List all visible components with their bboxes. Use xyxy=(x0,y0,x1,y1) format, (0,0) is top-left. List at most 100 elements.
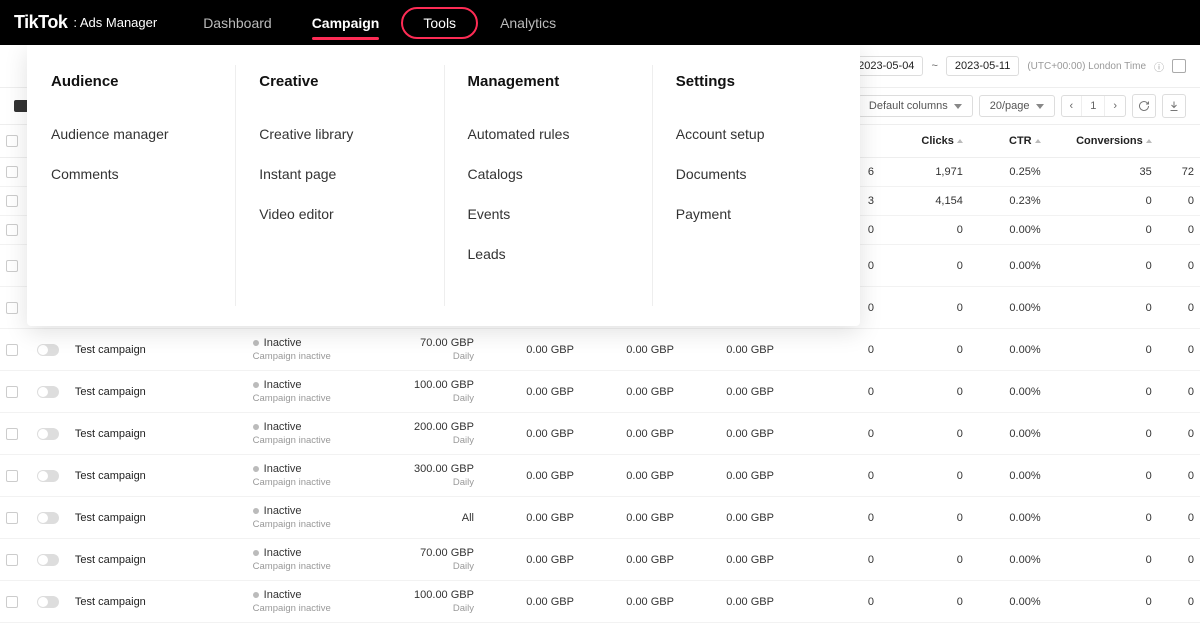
cell-name: Test campaign xyxy=(69,413,247,455)
table-row[interactable]: Test campaignInactiveCampaign inactive20… xyxy=(0,413,1200,455)
cell-ctr: 0.00% xyxy=(969,371,1047,413)
row-checkbox[interactable] xyxy=(6,302,18,314)
row-checkbox[interactable] xyxy=(6,344,18,356)
row-checkbox[interactable] xyxy=(6,554,18,566)
cell-clicks: 0 xyxy=(880,329,969,371)
mega-link-instant-page[interactable]: Instant page xyxy=(259,154,415,194)
cell-impressions: 0 xyxy=(780,413,880,455)
mega-link-events[interactable]: Events xyxy=(468,194,624,234)
row-checkbox[interactable] xyxy=(6,512,18,524)
mega-link-audience-manager[interactable]: Audience manager xyxy=(51,114,207,154)
mega-link-leads[interactable]: Leads xyxy=(468,234,624,274)
cell-budget: 200.00 GBPDaily xyxy=(380,413,480,455)
mega-col-settings: Settings Account setup Documents Payment xyxy=(652,45,860,326)
cell-clicks: 0 xyxy=(880,216,969,245)
row-checkbox[interactable] xyxy=(6,166,18,178)
status-dot-icon xyxy=(253,508,259,514)
row-checkbox[interactable] xyxy=(6,260,18,272)
table-row[interactable]: Test campaignInactiveCampaign inactive10… xyxy=(0,581,1200,623)
table-row[interactable]: Test campaignInactiveCampaign inactive70… xyxy=(0,539,1200,581)
cell-extra: 0 xyxy=(1158,455,1200,497)
nav-campaign[interactable]: Campaign xyxy=(294,5,398,41)
cell-name: Test campaign xyxy=(69,539,247,581)
cell-conversions: 0 xyxy=(1047,539,1158,581)
pager-prev[interactable]: ‹ xyxy=(1062,96,1082,116)
row-checkbox[interactable] xyxy=(6,470,18,482)
calendar-icon[interactable] xyxy=(1172,59,1186,73)
cell-conversions: 35 xyxy=(1047,158,1158,187)
export-button[interactable] xyxy=(1162,94,1186,118)
pager-current[interactable]: 1 xyxy=(1081,96,1104,116)
table-row[interactable]: Test campaignInactiveCampaign inactive10… xyxy=(0,371,1200,413)
row-checkbox[interactable] xyxy=(6,596,18,608)
tools-megamenu: Audience Audience manager Comments Creat… xyxy=(27,45,860,326)
cell-ctr: 0.00% xyxy=(969,413,1047,455)
info-icon[interactable]: ⓘ xyxy=(1154,59,1164,74)
table-row[interactable]: Test campaignInactiveCampaign inactive30… xyxy=(0,455,1200,497)
cell-clicks: 0 xyxy=(880,287,969,329)
row-checkbox[interactable] xyxy=(6,386,18,398)
cell-budget: 70.00 GBPDaily xyxy=(380,329,480,371)
row-checkbox[interactable] xyxy=(6,195,18,207)
row-checkbox[interactable] xyxy=(6,428,18,440)
refresh-button[interactable] xyxy=(1132,94,1156,118)
mega-link-payment[interactable]: Payment xyxy=(676,194,832,234)
mega-col-management: Management Automated rules Catalogs Even… xyxy=(444,45,652,326)
cell-cpc: 0.00 GBP xyxy=(580,581,680,623)
mega-link-automated-rules[interactable]: Automated rules xyxy=(468,114,624,154)
cell-clicks: 1,971 xyxy=(880,158,969,187)
col-conversions[interactable]: Conversions xyxy=(1047,125,1158,158)
mega-link-creative-library[interactable]: Creative library xyxy=(259,114,415,154)
row-toggle[interactable] xyxy=(37,596,59,608)
cell-clicks: 0 xyxy=(880,413,969,455)
cell-cpc: 0.00 GBP xyxy=(580,455,680,497)
mega-link-comments[interactable]: Comments xyxy=(51,154,207,194)
row-toggle[interactable] xyxy=(37,470,59,482)
cell-name: Test campaign xyxy=(69,455,247,497)
cell-extra: 0 xyxy=(1158,287,1200,329)
status-dot-icon xyxy=(253,340,259,346)
cell-cost: 0.00 GBP xyxy=(480,329,580,371)
perpage-select[interactable]: 20/page xyxy=(979,95,1055,117)
mega-heading-creative: Creative xyxy=(259,73,415,90)
row-toggle[interactable] xyxy=(37,512,59,524)
row-checkbox[interactable] xyxy=(6,224,18,236)
col-clicks[interactable]: Clicks xyxy=(880,125,969,158)
nav-dashboard[interactable]: Dashboard xyxy=(185,5,290,41)
mega-link-documents[interactable]: Documents xyxy=(676,154,832,194)
row-toggle[interactable] xyxy=(37,386,59,398)
row-toggle[interactable] xyxy=(37,344,59,356)
cell-impressions: 0 xyxy=(780,455,880,497)
cell-cost: 0.00 GBP xyxy=(480,539,580,581)
cell-ctr: 0.00% xyxy=(969,581,1047,623)
mega-link-video-editor[interactable]: Video editor xyxy=(259,194,415,234)
pager: ‹ 1 › xyxy=(1061,95,1126,117)
mega-link-catalogs[interactable]: Catalogs xyxy=(468,154,624,194)
cell-ctr: 0.00% xyxy=(969,287,1047,329)
date-from[interactable]: 2023-05-04 xyxy=(849,56,923,76)
nav-tools[interactable]: Tools xyxy=(401,7,478,39)
cell-budget: 300.00 GBPDaily xyxy=(380,455,480,497)
date-to[interactable]: 2023-05-11 xyxy=(946,56,1019,76)
col-ctr[interactable]: CTR xyxy=(969,125,1047,158)
chevron-down-icon xyxy=(954,104,962,109)
table-row[interactable]: Test campaignInactiveCampaign inactive70… xyxy=(0,329,1200,371)
top-nav: TikTok : Ads Manager Dashboard Campaign … xyxy=(0,0,1200,45)
cell-budget: 100.00 GBPDaily xyxy=(380,581,480,623)
row-toggle[interactable] xyxy=(37,554,59,566)
cell-cpm: 0.00 GBP xyxy=(680,497,780,539)
mega-link-account-setup[interactable]: Account setup xyxy=(676,114,832,154)
row-toggle[interactable] xyxy=(37,428,59,440)
cell-status: InactiveCampaign inactive xyxy=(247,581,380,623)
cell-extra: 0 xyxy=(1158,371,1200,413)
nav-analytics[interactable]: Analytics xyxy=(482,5,574,41)
cell-ctr: 0.23% xyxy=(969,187,1047,216)
pager-next[interactable]: › xyxy=(1104,96,1125,116)
cell-status: InactiveCampaign inactive xyxy=(247,413,380,455)
select-all-checkbox[interactable] xyxy=(6,135,18,147)
columns-select[interactable]: Default columns xyxy=(858,95,973,117)
cell-extra: 0 xyxy=(1158,216,1200,245)
refresh-icon xyxy=(1138,100,1150,112)
cell-cpc: 0.00 GBP xyxy=(580,497,680,539)
table-row[interactable]: Test campaignInactiveCampaign inactiveAl… xyxy=(0,497,1200,539)
